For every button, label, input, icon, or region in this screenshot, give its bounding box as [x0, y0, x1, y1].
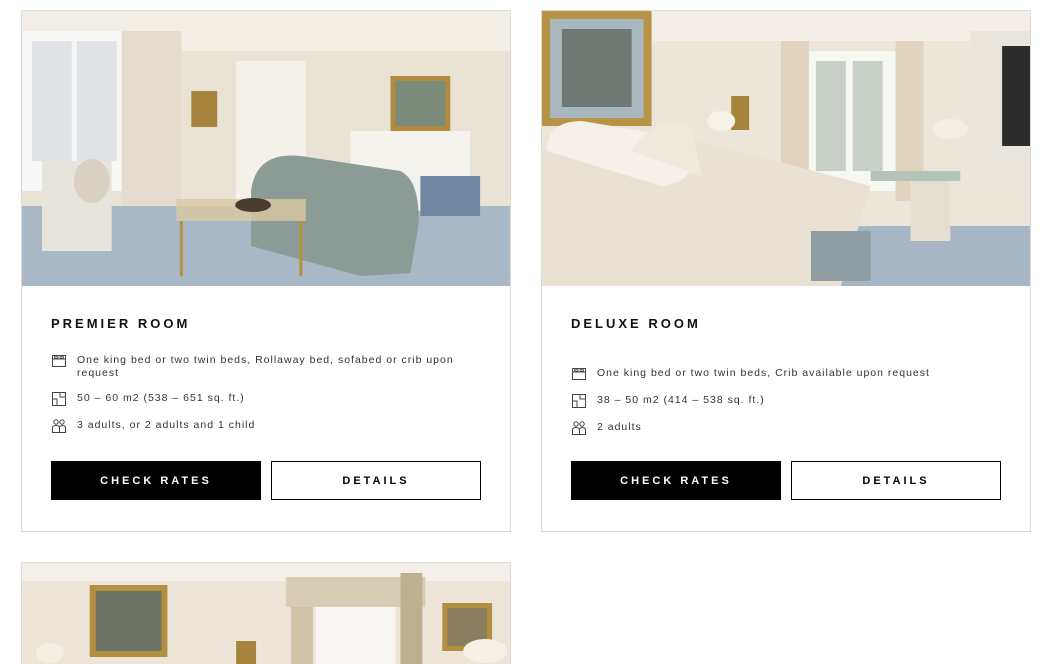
feature-size: 50 – 60 m2 (538 – 651 sq. ft.) — [51, 391, 481, 407]
feature-occupancy: 2 adults — [571, 420, 1001, 436]
feature-occupancy-text: 3 adults, or 2 adults and 1 child — [77, 419, 256, 431]
check-rates-button[interactable]: CHECK RATES — [571, 461, 781, 500]
room-features: One king bed or two twin beds, Rollaway … — [51, 353, 481, 447]
bed-icon — [571, 366, 587, 382]
feature-beds: One king bed or two twin beds, Crib avai… — [571, 366, 1001, 382]
feature-occupancy-text: 2 adults — [597, 421, 642, 433]
room-title: PREMIER ROOM — [51, 316, 191, 331]
feature-size-text: 38 – 50 m2 (414 – 538 sq. ft.) — [597, 394, 765, 406]
feature-occupancy: 3 adults, or 2 adults and 1 child — [51, 418, 481, 434]
feature-size: 38 – 50 m2 (414 – 538 sq. ft.) — [571, 393, 1001, 409]
feature-size-text: 50 – 60 m2 (538 – 651 sq. ft.) — [77, 392, 245, 404]
room-features: One king bed or two twin beds, Crib avai… — [571, 353, 1001, 447]
room-photo-premier[interactable] — [22, 11, 510, 286]
bed-icon — [51, 353, 67, 369]
check-rates-button[interactable]: CHECK RATES — [51, 461, 261, 500]
feature-beds-text: One king bed or two twin beds, Rollaway … — [77, 354, 454, 379]
guests-icon — [571, 420, 587, 436]
floor-plan-icon — [571, 393, 587, 409]
room-actions: CHECK RATES DETAILS — [571, 461, 1001, 500]
room-photo-deluxe[interactable] — [542, 11, 1030, 286]
room-title: DELUXE ROOM — [571, 316, 701, 331]
feature-beds: One king bed or two twin beds, Rollaway … — [51, 353, 481, 380]
room-actions: CHECK RATES DETAILS — [51, 461, 481, 500]
floor-plan-icon — [51, 391, 67, 407]
feature-beds-text: One king bed or two twin beds, Crib avai… — [597, 367, 930, 379]
room-card-third — [21, 562, 511, 664]
guests-icon — [51, 418, 67, 434]
details-button[interactable]: DETAILS — [271, 461, 481, 500]
room-card-premier: PREMIER ROOM One king bed or two twin be… — [21, 10, 511, 532]
room-photo-third[interactable] — [22, 563, 510, 664]
room-card-deluxe: DELUXE ROOM One king bed or two twin bed… — [541, 10, 1031, 532]
details-button[interactable]: DETAILS — [791, 461, 1001, 500]
